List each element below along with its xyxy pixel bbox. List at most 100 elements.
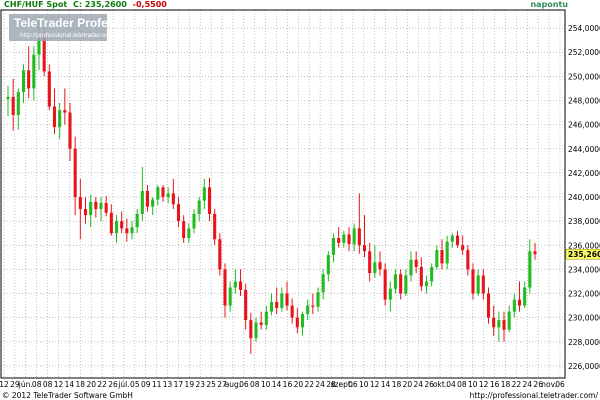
candle-body: [466, 250, 470, 270]
candle-body: [507, 311, 511, 330]
candle-body: [481, 275, 485, 294]
candle-body: [11, 96, 15, 115]
x-tick-label: 14: [272, 380, 282, 389]
candle-body: [342, 234, 346, 243]
svg-text:CHF/HUF Spot C: 235,2600: CHF/HUF Spot C: 235,2600 -0,5500: [4, 0, 167, 9]
logo-url: http://professional.teletrader.com/: [20, 32, 116, 39]
x-tick-label: 08: [43, 380, 53, 389]
x-tick-label: 10: [468, 380, 478, 389]
candle-body: [187, 228, 191, 239]
candle-body: [316, 292, 320, 307]
y-tick-label: 230,0000: [568, 314, 600, 323]
x-tick-label: 23: [195, 380, 205, 389]
candle-body: [455, 235, 460, 246]
x-tick-label: 22: [97, 380, 107, 389]
candle-body: [130, 227, 134, 234]
candle-body: [461, 245, 465, 251]
x-tick-label: 20: [403, 380, 413, 389]
candle-body: [533, 251, 537, 255]
candle-body: [295, 317, 299, 328]
y-tick-label: 250,0000: [568, 72, 600, 81]
y-tick-label: 254,0000: [568, 24, 600, 33]
x-tick-label: 09: [141, 380, 151, 389]
last-price-tag: 235,2600: [565, 248, 600, 260]
candle-body: [430, 266, 434, 282]
footer-link[interactable]: http://professional.teletrader.com/: [470, 391, 599, 400]
candle-body: [218, 239, 222, 270]
x-tick-label: 24: [315, 380, 325, 389]
x-tick-label: 14: [65, 380, 75, 389]
candle-body: [140, 190, 144, 214]
candle-body: [414, 259, 418, 267]
candle-body: [399, 274, 403, 294]
x-tick-label: okt.: [433, 380, 447, 389]
candle: [218, 233, 222, 276]
candle-body: [326, 254, 330, 275]
x-tick-label: 18: [76, 380, 86, 389]
x-tick-label: 22: [304, 380, 314, 389]
candle-body: [321, 274, 325, 293]
candle-body: [352, 228, 356, 245]
candle-body: [254, 322, 258, 339]
x-tick-label: 16: [490, 380, 500, 389]
x-tick-label: 06: [555, 380, 565, 389]
candle-body: [156, 187, 160, 200]
candle-body: [445, 241, 449, 264]
candle-body: [512, 299, 516, 312]
candle-body: [378, 262, 382, 270]
y-axis: 254,0000 252,0000 250,0000 248,0000 246,0000…: [568, 24, 600, 371]
candle-body: [151, 199, 155, 207]
x-tick-label: jún.: [18, 380, 33, 389]
y-tick-label: 248,0000: [568, 96, 600, 105]
candle-body: [388, 288, 392, 300]
x-tick-label: 26: [108, 380, 118, 389]
candle-body: [383, 269, 387, 300]
candle-body: [368, 251, 372, 274]
candle-body: [435, 250, 439, 267]
x-tick-label: 08: [457, 380, 467, 389]
x-tick-label: 19: [185, 380, 195, 389]
candle-body: [393, 274, 398, 289]
candle-body: [502, 320, 506, 330]
candle-body: [68, 112, 72, 149]
period-label: napontu: [530, 0, 568, 9]
y-tick-label: 246,0000: [568, 121, 600, 130]
candle-body: [264, 311, 268, 325]
candle-body: [109, 212, 113, 234]
candle-body: [373, 262, 377, 274]
candle-body: [176, 204, 181, 222]
x-tick-label: 24: [523, 380, 533, 389]
candle-body: [419, 266, 423, 287]
candle-body: [228, 287, 232, 306]
candle-body: [6, 96, 10, 100]
candle-body: [42, 37, 46, 72]
candle-body: [238, 281, 243, 290]
candle-body: [357, 228, 361, 246]
x-tick-label: júl.: [117, 380, 129, 389]
candle-body: [285, 293, 289, 306]
candle-body: [337, 238, 341, 243]
candle-body: [404, 275, 408, 294]
x-tick-label: 05: [130, 380, 140, 389]
candle-body: [104, 203, 108, 213]
candle-body: [161, 187, 165, 198]
candle-body: [58, 110, 62, 128]
y-tick-label: 226,0000: [568, 362, 600, 371]
candle-body: [207, 187, 212, 214]
x-tick-label: 24: [414, 380, 424, 389]
candle-body: [275, 301, 279, 309]
candle-body: [476, 275, 480, 294]
x-tick-label: 04: [446, 380, 456, 389]
y-tick-label: 244,0000: [568, 145, 600, 154]
x-tick-label: 12: [370, 380, 380, 389]
candle-body: [486, 293, 491, 318]
candle-body: [145, 190, 150, 207]
instrument-label: CHF/HUF Spot: [4, 0, 67, 9]
x-tick-label: 16: [283, 380, 293, 389]
candle-body: [517, 299, 522, 306]
candle-body: [450, 235, 454, 242]
x-tick-label: 20: [86, 380, 96, 389]
x-tick-label: 12: [54, 380, 64, 389]
candle-body: [300, 314, 305, 328]
candle-body: [523, 287, 527, 306]
